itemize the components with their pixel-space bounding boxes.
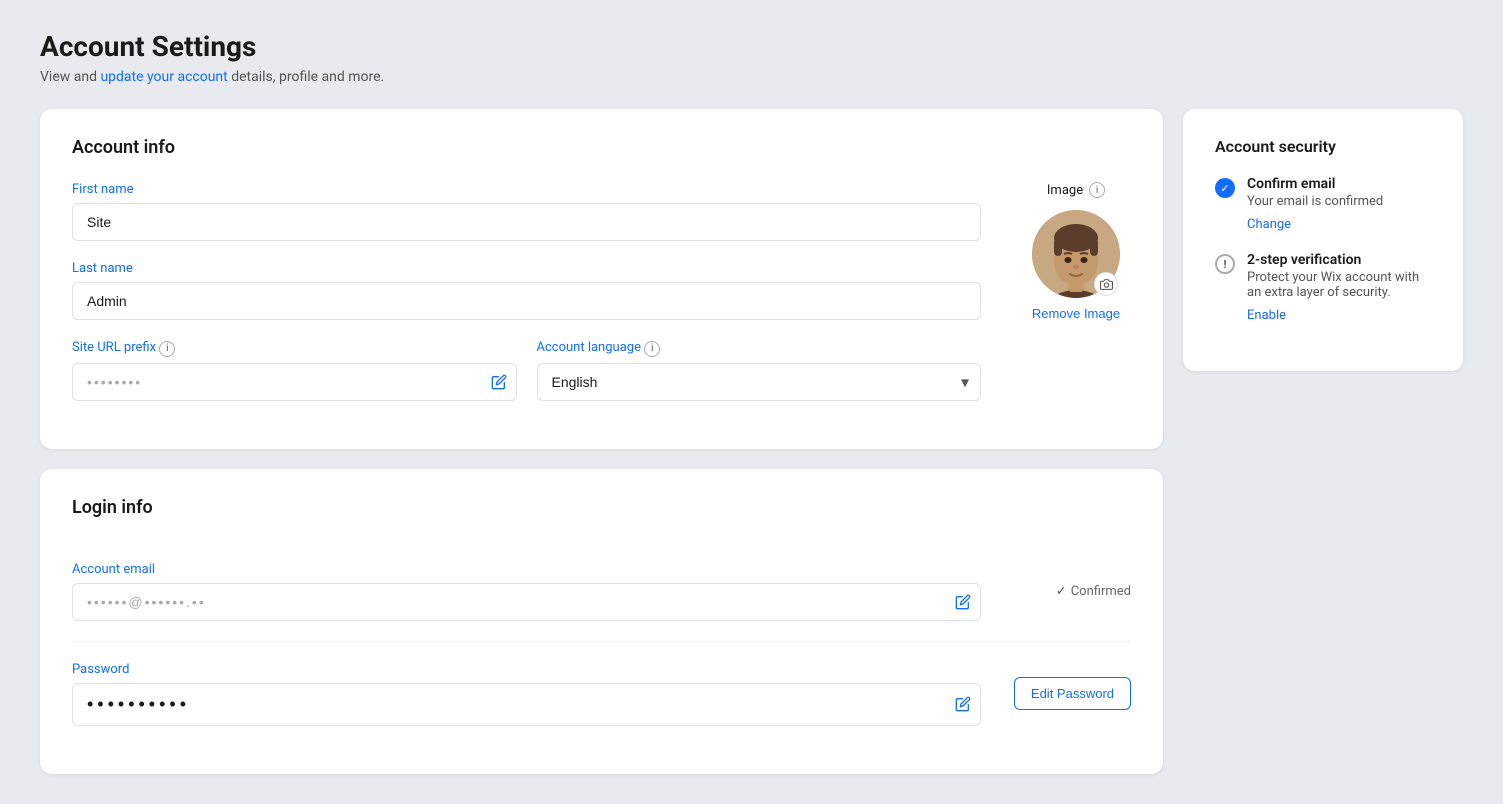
subtitle-text: View and	[40, 69, 100, 85]
form-fields: First name Last name	[72, 182, 981, 421]
edit-password-button[interactable]: Edit Password	[1014, 677, 1131, 710]
first-name-label: First name	[72, 182, 981, 197]
warning-circle-icon: !	[1215, 254, 1235, 274]
first-name-input-wrap	[72, 203, 981, 241]
account-language-info-icon[interactable]: i	[644, 341, 660, 357]
account-info-card: Account info First name Last name	[40, 109, 1163, 449]
last-name-input[interactable]	[72, 282, 981, 320]
confirmed-status: ✓ Confirmed	[1056, 584, 1131, 599]
image-label-row: Image i	[1047, 182, 1105, 198]
check-icon: ✓	[1056, 584, 1067, 599]
account-language-label: Account language i	[537, 340, 982, 357]
account-info-title: Account info	[72, 137, 1131, 158]
account-language-select[interactable]: English French German Spanish Italian	[537, 363, 982, 401]
confirm-email-icon: ✓	[1215, 178, 1235, 232]
account-email-main: Account email	[72, 562, 981, 621]
site-url-edit-button[interactable]	[491, 374, 507, 390]
image-section: Image i	[1021, 182, 1131, 321]
check-circle-icon: ✓	[1215, 178, 1235, 198]
password-input-wrap	[72, 683, 981, 726]
pencil-icon	[955, 594, 971, 610]
right-column: Account security ✓ Confirm email Your em…	[1183, 109, 1463, 371]
account-info-content: First name Last name	[72, 182, 1131, 421]
site-url-group: Site URL prefix i	[72, 340, 517, 401]
page-subtitle: View and update your account details, pr…	[40, 69, 1463, 85]
account-email-row: Account email ✓ Confirmed	[72, 542, 1131, 642]
password-main: Password	[72, 662, 981, 726]
login-info-fields: Account email ✓ Confirmed	[72, 542, 1131, 746]
image-info-icon[interactable]: i	[1089, 182, 1105, 198]
confirm-email-link[interactable]: Change	[1247, 217, 1291, 232]
last-name-group: Last name	[72, 261, 981, 320]
account-security-title: Account security	[1215, 137, 1431, 156]
pencil-icon	[955, 696, 971, 712]
pencil-icon	[491, 374, 507, 390]
site-url-input[interactable]	[72, 363, 517, 401]
subtitle-rest: details, profile and more.	[228, 69, 384, 85]
two-step-title: 2-step verification	[1247, 252, 1431, 268]
two-step-desc: Protect your Wix account with an extra l…	[1247, 270, 1431, 300]
two-step-icon: !	[1215, 254, 1235, 323]
password-action: Edit Password	[1001, 677, 1131, 710]
site-url-label: Site URL prefix i	[72, 340, 517, 357]
first-name-group: First name	[72, 182, 981, 241]
password-label: Password	[72, 662, 981, 677]
account-security-card: Account security ✓ Confirm email Your em…	[1183, 109, 1463, 371]
last-name-label: Last name	[72, 261, 981, 276]
confirm-email-text: Confirm email Your email is confirmed Ch…	[1247, 176, 1383, 232]
two-step-item: ! 2-step verification Protect your Wix a…	[1215, 252, 1431, 323]
first-name-input[interactable]	[72, 203, 981, 241]
last-name-input-wrap	[72, 282, 981, 320]
account-email-edit-button[interactable]	[955, 594, 971, 610]
confirm-email-desc: Your email is confirmed	[1247, 194, 1383, 209]
page-title: Account Settings	[40, 30, 1463, 63]
login-info-title: Login info	[72, 497, 1131, 518]
account-language-group: Account language i English French German…	[537, 340, 982, 401]
login-info-card: Login info Account email	[40, 469, 1163, 774]
avatar-wrap	[1032, 210, 1120, 298]
site-url-input-wrap	[72, 363, 517, 401]
password-edit-icon-button[interactable]	[955, 696, 971, 712]
two-col-fields: Site URL prefix i	[72, 340, 981, 421]
account-email-input[interactable]	[72, 583, 981, 621]
two-step-enable-link[interactable]: Enable	[1247, 308, 1286, 323]
subtitle-link[interactable]: update your account	[100, 69, 227, 85]
account-email-action: ✓ Confirmed	[1001, 584, 1131, 599]
camera-button[interactable]	[1094, 272, 1118, 296]
account-email-input-wrap	[72, 583, 981, 621]
left-column: Account info First name Last name	[40, 109, 1163, 774]
account-email-label: Account email	[72, 562, 981, 577]
confirm-email-item: ✓ Confirm email Your email is confirmed …	[1215, 176, 1431, 232]
password-row: Password Edit Password	[72, 642, 1131, 746]
camera-icon	[1100, 278, 1113, 291]
password-input[interactable]	[72, 683, 981, 726]
two-step-text: 2-step verification Protect your Wix acc…	[1247, 252, 1431, 323]
remove-image-button[interactable]: Remove Image	[1032, 306, 1120, 321]
confirmed-label: Confirmed	[1071, 584, 1131, 599]
main-layout: Account info First name Last name	[40, 109, 1463, 774]
site-url-info-icon[interactable]: i	[159, 341, 175, 357]
confirm-email-title: Confirm email	[1247, 176, 1383, 192]
image-label: Image	[1047, 183, 1083, 198]
account-language-select-wrap: English French German Spanish Italian ▾	[537, 363, 982, 401]
